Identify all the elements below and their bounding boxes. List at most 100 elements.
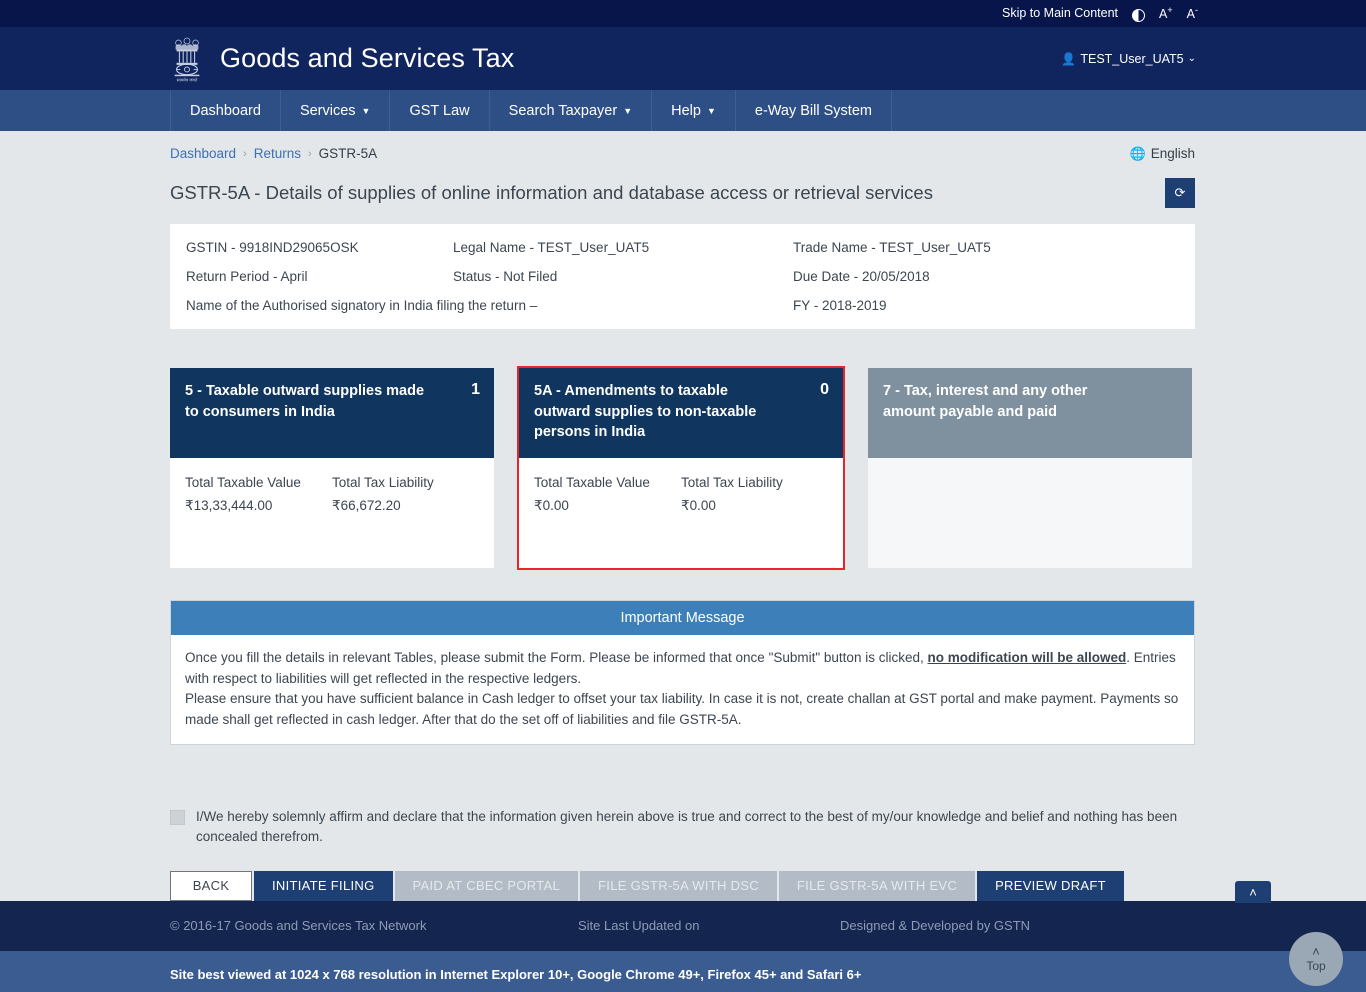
decrease-font-button[interactable]: A- bbox=[1187, 6, 1198, 21]
nav-label: Dashboard bbox=[190, 102, 261, 119]
file-gstr5a-with-evc-button: FILE GSTR-5A WITH EVC bbox=[778, 870, 976, 901]
info-trade-name: Trade Name - TEST_User_UAT5 bbox=[793, 240, 991, 255]
tile-header: 7 - Tax, interest and any other amount p… bbox=[868, 368, 1192, 458]
tile-count: 0 bbox=[820, 381, 829, 398]
contrast-toggle-icon[interactable] bbox=[1132, 9, 1146, 22]
india-national-emblem-icon: सत्यमेव जयते bbox=[174, 37, 200, 82]
increase-font-button[interactable]: A+ bbox=[1159, 6, 1173, 21]
tile-field: Total Tax Liability ₹66,672.20 bbox=[332, 475, 479, 558]
nav-item-services[interactable]: Services ▼ bbox=[281, 90, 391, 131]
breadcrumb-separator: › bbox=[243, 147, 247, 160]
paid-at-cbec-portal-button: PAID AT CBEC PORTAL bbox=[394, 870, 579, 901]
collapse-panel-chevron-icon[interactable]: ˄ bbox=[1235, 881, 1271, 903]
chevron-down-icon: ▼ bbox=[361, 105, 371, 116]
skip-to-main-content-link[interactable]: Skip to Main Content bbox=[1002, 7, 1118, 20]
chevron-down-icon: ▼ bbox=[623, 105, 633, 116]
tile-field-value: ₹66,672.20 bbox=[332, 498, 401, 513]
tile-body: Total Taxable Value ₹13,33,444.00 Total … bbox=[170, 458, 494, 568]
return-tiles: 5 - Taxable outward supplies made to con… bbox=[170, 366, 1195, 570]
action-buttons: BACK INITIATE FILING PAID AT CBEC PORTAL… bbox=[170, 870, 1195, 901]
tile-body: Total Taxable Value ₹0.00 Total Tax Liab… bbox=[519, 458, 843, 568]
tile-field-label: Total Tax Liability bbox=[681, 475, 783, 490]
preview-draft-button[interactable]: PREVIEW DRAFT bbox=[977, 870, 1124, 901]
info-auth-signatory: Name of the Authorised signatory in Indi… bbox=[186, 298, 538, 313]
main-content: Dashboard › Returns › GSTR-5A 🌐 English … bbox=[0, 131, 1366, 901]
nav-item-search-taxpayer[interactable]: Search Taxpayer ▼ bbox=[490, 90, 653, 131]
tile-title: 5 - Taxable outward supplies made to con… bbox=[185, 383, 425, 420]
initiate-filing-button[interactable]: INITIATE FILING bbox=[254, 870, 393, 901]
breadcrumb-separator: › bbox=[308, 147, 312, 160]
back-button[interactable]: BACK bbox=[170, 870, 252, 901]
user-icon: 👤 bbox=[1061, 51, 1077, 66]
message-line2: Please ensure that you have sufficient b… bbox=[185, 691, 1179, 727]
tile-field: Total Tax Liability ₹0.00 bbox=[681, 475, 828, 558]
tile-field-value: ₹0.00 bbox=[681, 498, 716, 513]
info-status: Status - Not Filed bbox=[453, 269, 558, 284]
page-title-row: GSTR-5A - Details of supplies of online … bbox=[170, 164, 1195, 224]
tile-5-taxable-outward-supplies[interactable]: 5 - Taxable outward supplies made to con… bbox=[170, 368, 494, 568]
footer-designed-by: Designed & Developed by GSTN bbox=[840, 918, 1031, 934]
refresh-icon: ⟳ bbox=[1174, 185, 1186, 200]
tile-field-value: ₹13,33,444.00 bbox=[185, 498, 273, 513]
important-message-panel: Important Message Once you fill the deta… bbox=[170, 600, 1195, 746]
breadcrumb: Dashboard › Returns › GSTR-5A 🌐 English bbox=[170, 131, 1195, 164]
tile-body bbox=[868, 458, 1192, 568]
info-legal-name: Legal Name - TEST_User_UAT5 bbox=[453, 240, 650, 255]
taxpayer-info-panel: GSTIN - 9918IND29065OSK Legal Name - TES… bbox=[170, 224, 1195, 329]
tile-field: Total Taxable Value ₹13,33,444.00 bbox=[185, 475, 332, 558]
important-message-heading: Important Message bbox=[171, 601, 1194, 635]
footer-primary: © 2016-17 Goods and Services Tax Network… bbox=[0, 900, 1366, 951]
tile-title: 7 - Tax, interest and any other amount p… bbox=[883, 383, 1088, 420]
important-message-body: Once you fill the details in relevant Ta… bbox=[171, 635, 1194, 744]
user-menu[interactable]: 👤 TEST_User_UAT5 ⌄ bbox=[1061, 52, 1196, 66]
nav-item-help[interactable]: Help ▼ bbox=[652, 90, 736, 131]
message-line1-part-a: Once you fill the details in relevant Ta… bbox=[185, 650, 928, 665]
language-selector[interactable]: 🌐 English bbox=[1130, 146, 1195, 162]
breadcrumb-returns[interactable]: Returns bbox=[254, 146, 301, 161]
tile-title: 5A - Amendments to taxable outward suppl… bbox=[534, 383, 757, 441]
info-gstin: GSTIN - 9918IND29065OSK bbox=[186, 240, 359, 255]
tile-field-label: Total Taxable Value bbox=[534, 475, 650, 490]
nav-label: Services bbox=[299, 102, 356, 119]
tile-header: 5A - Amendments to taxable outward suppl… bbox=[519, 368, 843, 458]
user-name: TEST_User_UAT5 bbox=[1080, 51, 1184, 66]
utility-bar: Skip to Main Content A+ A- bbox=[0, 0, 1366, 27]
globe-icon: 🌐 bbox=[1129, 145, 1146, 161]
declaration-row: I/We hereby solemnly affirm and declare … bbox=[170, 807, 1195, 848]
nav-item-dashboard[interactable]: Dashboard bbox=[170, 90, 281, 131]
declaration-text: I/We hereby solemnly affirm and declare … bbox=[196, 809, 1178, 845]
breadcrumb-dashboard[interactable]: Dashboard bbox=[170, 146, 236, 161]
tile-count: 1 bbox=[471, 381, 480, 398]
language-label: English bbox=[1150, 146, 1195, 161]
tile-7-tax-interest-payable-and-paid: 7 - Tax, interest and any other amount p… bbox=[868, 368, 1192, 568]
main-navigation: Dashboard Services ▼ GST Law Search Taxp… bbox=[0, 90, 1366, 131]
breadcrumb-current: GSTR-5A bbox=[318, 146, 378, 161]
tile-field-value: ₹0.00 bbox=[534, 498, 569, 513]
nav-item-eway-bill-system[interactable]: e-Way Bill System bbox=[736, 90, 892, 131]
declaration-checkbox[interactable] bbox=[170, 810, 185, 826]
tile-header: 5 - Taxable outward supplies made to con… bbox=[170, 368, 494, 458]
tile-field-label: Total Taxable Value bbox=[185, 475, 301, 490]
footer-best-viewed: Site best viewed at 1024 x 768 resolutio… bbox=[170, 967, 862, 983]
tile-field-label: Total Tax Liability bbox=[332, 475, 434, 490]
file-gstr5a-with-dsc-button: FILE GSTR-5A WITH DSC bbox=[580, 870, 777, 901]
page-root: Skip to Main Content A+ A- सत्यमेव जयते … bbox=[0, 0, 1366, 992]
nav-item-gst-law[interactable]: GST Law bbox=[390, 90, 490, 131]
brand-header: सत्यमेव जयते Goods and Services Tax 👤 TE… bbox=[0, 27, 1366, 90]
info-due-date: Due Date - 20/05/2018 bbox=[793, 269, 930, 284]
footer-last-updated: Site Last Updated on bbox=[578, 918, 700, 934]
tile-field: Total Taxable Value ₹0.00 bbox=[534, 475, 681, 558]
nav-label: e-Way Bill System bbox=[754, 102, 872, 119]
back-to-top-button[interactable]: ˄ Top bbox=[1289, 932, 1343, 986]
back-to-top-label: Top bbox=[1306, 958, 1326, 973]
nav-label: GST Law bbox=[409, 102, 470, 119]
refresh-button[interactable]: ⟳ bbox=[1165, 178, 1195, 208]
message-line1-bold: no modification will be allowed bbox=[927, 650, 1127, 665]
svg-text:सत्यमेव जयते: सत्यमेव जयते bbox=[177, 77, 198, 82]
info-return-period: Return Period - April bbox=[186, 269, 308, 284]
nav-label: Help bbox=[671, 102, 701, 119]
chevron-down-icon: ⌄ bbox=[1187, 53, 1196, 64]
chevron-down-icon: ▼ bbox=[706, 105, 716, 116]
page-title: GSTR-5A - Details of supplies of online … bbox=[170, 182, 933, 203]
tile-5a-amendments-to-taxable-outward-supplies[interactable]: 5A - Amendments to taxable outward suppl… bbox=[517, 366, 845, 570]
